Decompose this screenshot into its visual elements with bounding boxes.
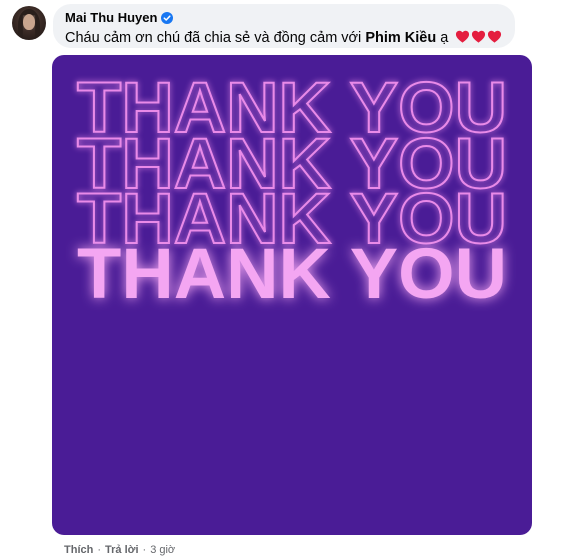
heart-icon <box>472 30 486 43</box>
mention-link[interactable]: Phim Kiều <box>365 30 436 46</box>
comment-bubble: Mai Thu Huyen Cháu cảm ơn chú đã chia sẻ… <box>53 4 515 48</box>
comment-actions: Thích · Trả lời · 3 giờ <box>64 543 175 557</box>
avatar-face <box>23 14 35 30</box>
comment-text-body: Cháu cảm ơn chú đã chia sẻ và đồng cảm v… <box>65 30 366 46</box>
thank-you-sticker[interactable]: THANK YOU THANK YOU THANK YOU THANK YOU <box>52 55 532 535</box>
separator-dot: · <box>142 544 147 556</box>
heart-icon <box>488 30 502 43</box>
author-row: Mai Thu Huyen <box>65 10 503 26</box>
heart-icon <box>456 30 470 43</box>
verified-badge-icon <box>161 12 174 24</box>
heart-emojis <box>455 29 502 44</box>
timestamp[interactable]: 3 giờ <box>150 544 175 556</box>
comment-text-end: ạ <box>436 30 449 46</box>
separator-dot: · <box>97 544 102 556</box>
like-button[interactable]: Thích <box>64 544 93 556</box>
sticker-line-4: THANK YOU <box>77 235 507 314</box>
comment: Mai Thu Huyen Cháu cảm ơn chú đã chia sẻ… <box>0 0 577 559</box>
reply-button[interactable]: Trả lời <box>105 544 139 556</box>
avatar[interactable] <box>12 6 46 40</box>
author-name[interactable]: Mai Thu Huyen <box>65 10 157 26</box>
comment-text: Cháu cảm ơn chú đã chia sẻ và đồng cảm v… <box>65 28 503 48</box>
sticker-art: THANK YOU THANK YOU THANK YOU THANK YOU <box>76 68 508 314</box>
